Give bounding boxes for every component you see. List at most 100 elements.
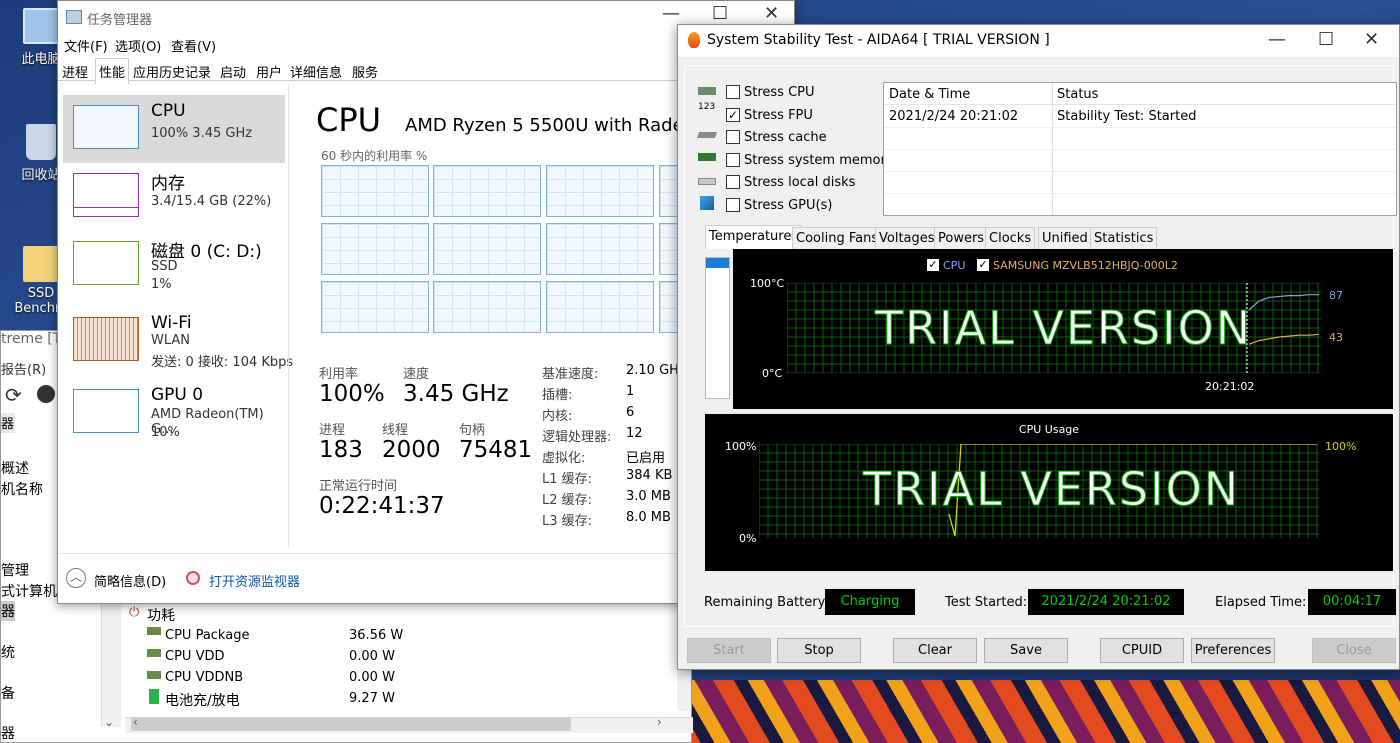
sensor-icon — [147, 671, 161, 679]
refresh-icon[interactable]: ⟳ — [5, 383, 22, 407]
stress-cache-checkbox[interactable] — [726, 130, 740, 144]
sidebar-item-sub2: 1% — [151, 277, 172, 292]
stress-cache-label[interactable]: Stress cache — [744, 130, 827, 145]
core-graph — [659, 281, 679, 333]
handle-label: 句柄 — [459, 423, 486, 438]
close-icon[interactable]: ✕ — [1364, 29, 1379, 50]
spec-value: 12 — [626, 426, 643, 441]
tab-processes[interactable]: 进程 — [62, 62, 88, 81]
maximize-icon[interactable]: ☐ — [1318, 29, 1334, 50]
sidebar-item-disk[interactable]: 磁盘 0 (C: D:) SSD 1% — [63, 231, 285, 299]
memory-thumbnail — [73, 173, 139, 217]
chevron-right-icon[interactable]: › — [657, 715, 662, 729]
scrollbar-thumb[interactable] — [131, 717, 571, 731]
maximize-icon[interactable]: ☐ — [712, 3, 728, 24]
tab-cooling-fans[interactable]: Cooling Fans — [792, 227, 883, 249]
sidebar-item-wifi[interactable]: Wi-Fi WLAN 发送: 0 接收: 104 Kbps — [63, 307, 293, 375]
stress-cpu-checkbox[interactable] — [726, 85, 740, 99]
chevron-left-icon[interactable]: ‹ — [133, 715, 138, 729]
stress-gpu-checkbox[interactable] — [726, 198, 740, 212]
bg-tree-item[interactable]: 机名称 — [1, 479, 43, 499]
stress-disks-checkbox[interactable] — [726, 175, 740, 189]
spec-key: 内核: — [542, 409, 573, 424]
sidebar-item-gpu[interactable]: GPU 0 AMD Radeon(TM) G... 10% — [63, 379, 285, 447]
user-icon[interactable] — [37, 385, 55, 403]
chevron-up-icon[interactable]: ︿ — [66, 568, 86, 588]
core-graph — [659, 223, 679, 275]
sidebar-item-sub: WLAN — [151, 333, 191, 348]
legend-ssd-checkbox[interactable]: ✓ — [977, 259, 989, 271]
minimize-icon[interactable]: — — [1268, 29, 1286, 50]
start-button[interactable]: Start — [687, 638, 771, 663]
tab-voltages[interactable]: Voltages — [875, 227, 939, 249]
tab-services[interactable]: 服务 — [352, 62, 378, 81]
tab-app-history[interactable]: 应用历史记录 — [133, 62, 211, 81]
save-button[interactable]: Save — [984, 638, 1068, 663]
stress-fpu-label[interactable]: Stress FPU — [744, 108, 813, 123]
row-line — [884, 193, 1396, 194]
bg-tree-item[interactable]: 器 — [1, 601, 15, 621]
stress-memory-checkbox[interactable] — [726, 153, 740, 167]
log-header-status[interactable]: Status — [1057, 87, 1098, 102]
x-axis-time: 20:21:02 — [1205, 380, 1255, 393]
bg-tree-item[interactable]: 器 — [1, 723, 15, 743]
spec-key: L3 缓存: — [542, 514, 593, 529]
legend-cpu-checkbox[interactable]: ✓ — [927, 259, 939, 271]
bg-tree-item[interactable]: 式计算机 — [1, 581, 57, 601]
tab-startup[interactable]: 启动 — [220, 62, 246, 81]
sensor-icon — [147, 627, 161, 635]
stop-button[interactable]: Stop — [777, 638, 861, 663]
core-graph — [659, 165, 679, 217]
sensor-list[interactable] — [705, 257, 730, 399]
bg-tree-item[interactable]: 备 — [1, 683, 15, 703]
bg-menu-fragment[interactable]: 报告(R) — [1, 359, 46, 378]
log-header-date[interactable]: Date & Time — [889, 87, 970, 102]
sidebar-item-label: 内存 — [151, 174, 185, 194]
graph-label: 60 秒内的利用率 % — [321, 149, 428, 163]
battery-value: Charging — [825, 589, 915, 615]
bg-tree-item[interactable]: 管理 — [1, 560, 29, 580]
sidebar-item-cpu[interactable]: CPU 100% 3.45 GHz — [63, 95, 285, 163]
clear-button[interactable]: Clear — [893, 638, 977, 663]
spec-value: 6 — [626, 405, 635, 420]
open-resource-monitor-link[interactable]: 打开资源监视器 — [209, 571, 300, 590]
log-table: Date & Time Status 2021/2/24 20:21:02 St… — [883, 82, 1397, 216]
bg-tree-item[interactable]: 统 — [1, 642, 15, 662]
tab-performance[interactable]: 性能 — [95, 58, 130, 84]
tab-clocks[interactable]: Clocks — [985, 227, 1036, 249]
tab-details[interactable]: 详细信息 — [290, 62, 342, 81]
cpuid-button[interactable]: CPUID — [1100, 638, 1184, 663]
sensor-value: 9.27 W — [349, 691, 395, 706]
desktop-icon-label: 此电脑 — [21, 52, 61, 67]
sidebar-item-memory[interactable]: 内存 3.4/15.4 GB (22%) — [63, 163, 285, 231]
sensor-name: 电池充/放电 — [165, 693, 240, 709]
legend-cpu-label: CPU — [943, 259, 966, 272]
chevron-down-icon[interactable]: ⌄ — [104, 715, 114, 729]
tab-users[interactable]: 用户 — [256, 62, 282, 81]
sensor-list-selected[interactable] — [706, 258, 729, 268]
tab-temperatures[interactable]: Temperatures — [705, 225, 803, 249]
stress-disks-label[interactable]: Stress local disks — [744, 175, 855, 190]
minimize-icon[interactable]: — — [662, 3, 680, 24]
computer-icon — [23, 8, 59, 44]
tab-statistics[interactable]: Statistics — [1090, 227, 1158, 249]
menu-view[interactable]: 查看(V) — [171, 36, 216, 55]
stress-fpu-checkbox[interactable]: ✓ — [726, 108, 740, 122]
close-button[interactable]: Close — [1312, 638, 1396, 663]
uptime-value: 0:22:41:37 — [319, 493, 445, 519]
spec-key: 虚拟化: — [542, 451, 586, 466]
stress-gpu-label[interactable]: Stress GPU(s) — [744, 198, 832, 213]
log-row-status: Stability Test: Started — [1057, 109, 1197, 124]
stress-memory-label[interactable]: Stress system memory — [744, 153, 894, 168]
bg-tree-item[interactable]: 概述 — [1, 458, 29, 478]
close-icon[interactable]: ✕ — [764, 3, 779, 24]
tab-powers[interactable]: Powers — [934, 227, 989, 249]
stress-cpu-label[interactable]: Stress CPU — [744, 85, 815, 100]
core-graph — [433, 165, 541, 217]
menu-file[interactable]: 文件(F) — [64, 36, 108, 55]
fewer-details-link[interactable]: 简略信息(D) — [94, 571, 166, 590]
tab-unified[interactable]: Unified — [1038, 227, 1092, 249]
wallpaper-art — [680, 680, 1400, 743]
menu-options[interactable]: 选项(O) — [115, 36, 161, 55]
preferences-button[interactable]: Preferences — [1191, 638, 1275, 663]
